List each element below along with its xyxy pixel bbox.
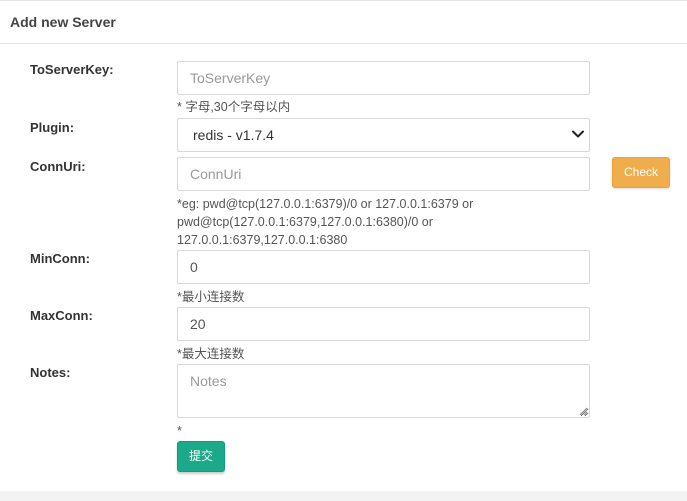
plugin-label: Plugin: [30, 120, 75, 135]
min-conn-help: *最小连接数 [177, 290, 245, 304]
page-title: Add new Server [10, 14, 116, 30]
page-footer [0, 491, 687, 501]
notes-help: * [177, 424, 182, 438]
submit-button[interactable]: 提交 [177, 441, 225, 472]
min-conn-label: MinConn: [30, 251, 90, 266]
check-button[interactable]: Check [612, 157, 670, 188]
conn-uri-input[interactable] [177, 157, 590, 191]
conn-uri-help: *eg: pwd@tcp(127.0.0.1:6379)/0 or 127.0.… [177, 195, 473, 249]
to-server-key-help: * 字母,30个字母以内 [177, 100, 291, 114]
conn-uri-help-line: 127.0.0.1:6379,127.0.0.1:6380 [177, 233, 348, 247]
conn-uri-help-line: *eg: pwd@tcp(127.0.0.1:6379)/0 or 127.0.… [177, 197, 474, 211]
chevron-down-icon [572, 130, 584, 138]
notes-label: Notes: [30, 365, 71, 380]
notes-textarea[interactable] [177, 364, 590, 418]
plugin-select[interactable]: redis - v1.7.4 [177, 118, 590, 152]
max-conn-help: *最大连接数 [177, 347, 245, 361]
max-conn-input[interactable] [177, 307, 590, 341]
conn-uri-help-line: pwd@tcp(127.0.0.1:6379,127.0.0.1:6380)/0… [177, 215, 433, 229]
plugin-selected-value: redis - v1.7.4 [193, 127, 274, 143]
to-server-key-label: ToServerKey: [30, 62, 114, 77]
to-server-key-input[interactable] [177, 61, 590, 95]
conn-uri-label: ConnUri: [30, 159, 86, 174]
min-conn-input[interactable] [177, 250, 590, 284]
panel-header: Add new Server [0, 0, 687, 44]
max-conn-label: MaxConn: [30, 308, 93, 323]
resize-grip-icon[interactable] [578, 406, 588, 416]
